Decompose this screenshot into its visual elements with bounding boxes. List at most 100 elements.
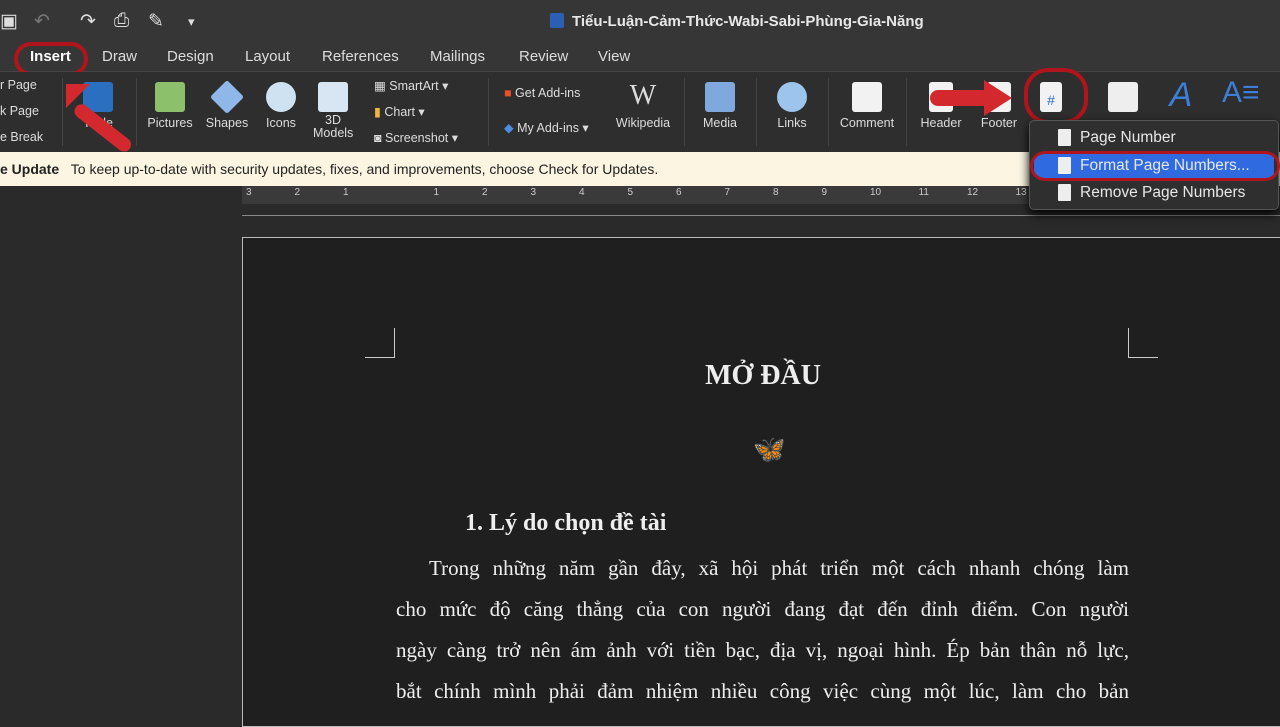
label: Wikipedia [615, 116, 671, 130]
section-heading: 1. Lý do chọn đề tài [465, 510, 667, 536]
label: Page Number [1080, 129, 1176, 146]
pictures-button[interactable]: Pictures [145, 82, 195, 130]
label: Screenshot [385, 131, 449, 145]
3d-models-button[interactable]: 3D Models [310, 82, 356, 140]
update-message: To keep up-to-date with security updates… [70, 161, 659, 177]
media-icon [705, 82, 735, 112]
blank-page-button[interactable]: k Page [0, 104, 39, 118]
menu-item-page-number[interactable]: Page Number [1034, 126, 1274, 150]
addins-icon: ◆ [504, 121, 514, 135]
ruler-tick-label: 3 [530, 187, 537, 198]
divider [62, 78, 63, 146]
divider [906, 78, 907, 146]
title-text: Tiểu-Luận-Cảm-Thức-Wabi-Sabi-Phùng-Gia-N… [572, 13, 924, 30]
drop-cap-button[interactable]: A≡ [1222, 76, 1260, 110]
cube-icon [318, 82, 348, 112]
redo-icon[interactable]: ↷ [80, 10, 96, 33]
ruler-tick-label: 1 [433, 187, 440, 198]
tab-view[interactable]: View [598, 48, 630, 65]
edit-icon[interactable]: ✎ [148, 10, 164, 33]
media-button[interactable]: Media [698, 82, 742, 130]
remove-page-number-icon [1058, 184, 1071, 201]
label: Media [702, 116, 738, 130]
divider [136, 78, 137, 146]
margin-corner [1128, 328, 1158, 358]
window-title: Tiểu-Luận-Cảm-Thức-Wabi-Sabi-Phùng-Gia-N… [550, 13, 924, 30]
paragraph-line: cho mức độ căng thẳng của con người đang… [396, 597, 1129, 621]
wordart-button[interactable]: A [1166, 76, 1196, 115]
label: Comment [839, 116, 895, 130]
my-addins-button[interactable]: ◆ My Add-ins ▾ [504, 120, 589, 135]
tab-review[interactable]: Review [519, 48, 568, 65]
label: Links [777, 116, 807, 130]
ruler-tick-label: 5 [627, 187, 634, 198]
tab-references[interactable]: References [322, 48, 399, 65]
ruler-tick-label: 7 [724, 187, 731, 198]
ruler-tick-label: 2 [482, 187, 488, 198]
text-box-button[interactable] [1108, 82, 1138, 116]
tab-design[interactable]: Design [167, 48, 214, 65]
comment-button[interactable]: Comment [836, 82, 898, 130]
word-doc-icon [550, 13, 564, 28]
document-heading: MỞ ĐẦU [705, 360, 821, 391]
ruler-tick-label: 11 [918, 187, 929, 198]
tab-mailings[interactable]: Mailings [430, 48, 485, 65]
title-bar: ▣ ↶ ↷ ⎙ ✎ ▾ Tiểu-Luận-Cảm-Thức-Wabi-Sabi… [0, 0, 1280, 42]
wikipedia-icon: W [629, 80, 657, 111]
ruler-tick-label: 12 [967, 187, 979, 198]
cover-page-button[interactable]: r Page [0, 78, 37, 92]
ruler-tick-label: 1 [343, 187, 349, 198]
divider [488, 78, 489, 146]
icons-button[interactable]: Icons [262, 82, 300, 130]
tab-layout[interactable]: Layout [245, 48, 290, 65]
ruler-tick-label: 9 [821, 187, 828, 198]
label: Get Add-ins [515, 86, 581, 100]
wordart-icon: A [1169, 76, 1193, 114]
annotation-circle [14, 42, 88, 76]
shapes-icon [210, 80, 244, 114]
label: Shapes [205, 116, 249, 130]
paragraph-line: ngày càng trở nên ám ảnh với tiền bạc, đ… [396, 638, 1129, 662]
drop-cap-icon: A≡ [1222, 76, 1260, 109]
shapes-button[interactable]: Shapes [204, 80, 250, 130]
undo-icon[interactable]: ↶ [34, 10, 50, 33]
smartart-button[interactable]: ▦ SmartArt ▾ [374, 78, 448, 93]
links-button[interactable]: Links [770, 82, 814, 130]
print-icon[interactable]: ⎙ [114, 10, 129, 32]
customize-icon[interactable]: ▾ [188, 14, 195, 30]
globe-icon [777, 82, 807, 112]
wikipedia-button[interactable]: W Wikipedia [612, 80, 674, 130]
get-addins-button[interactable]: ■ Get Add-ins [504, 86, 580, 100]
ruler-tick-label: 10 [870, 187, 882, 198]
annotation-circle [1030, 151, 1280, 181]
ruler-tick-label: 13 [1015, 187, 1027, 198]
screenshot-button[interactable]: ◙ Screenshot ▾ [374, 130, 458, 145]
document-page[interactable]: MỞ ĐẦU 🦋 1. Lý do chọn đề tài Trong nhữn… [242, 237, 1280, 727]
label: My Add-ins [517, 121, 579, 135]
label: Icons [266, 116, 296, 130]
paragraph-line: Trong những năm gần đây, xã hội phát tri… [429, 556, 1129, 580]
ribbon-tabs: Insert Draw Design Layout References Mai… [0, 42, 1280, 76]
tab-draw[interactable]: Draw [102, 48, 137, 65]
chart-button[interactable]: ▮ Chart ▾ [374, 104, 425, 119]
ruler-tick-label: 4 [579, 187, 585, 198]
annotation-circle [1024, 68, 1088, 124]
page-break-button[interactable]: e Break [0, 130, 43, 144]
butterfly-icon: 🦋 [753, 434, 786, 464]
annotation-arrowhead [984, 80, 1012, 116]
page-number-icon [1058, 129, 1071, 146]
menu-item-remove-page-numbers[interactable]: Remove Page Numbers [1034, 181, 1274, 205]
divider [684, 78, 685, 146]
picture-icon [155, 82, 185, 112]
label: SmartArt [389, 79, 439, 93]
margin-corner [365, 328, 395, 358]
ruler-tick-label: 2 [294, 187, 301, 198]
ruler-tick-label: 3 [246, 187, 252, 198]
store-icon: ■ [504, 86, 512, 100]
label: 3D Models [313, 113, 354, 140]
label: Pictures [147, 116, 193, 130]
divider [756, 78, 757, 146]
chart-icon: ▮ [374, 105, 381, 119]
save-icon[interactable]: ▣ [0, 10, 18, 33]
comment-icon [852, 82, 882, 112]
